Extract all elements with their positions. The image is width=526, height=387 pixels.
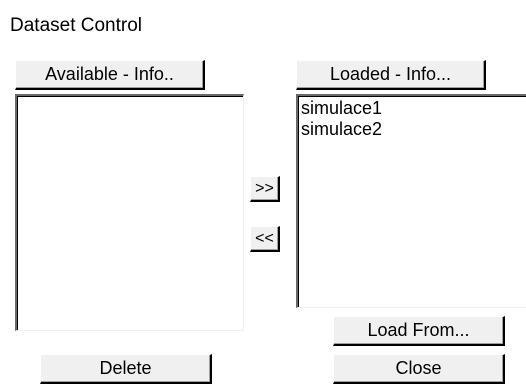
- list-item[interactable]: simulace1: [301, 98, 523, 119]
- loaded-info-button[interactable]: Loaded - Info...: [296, 60, 486, 90]
- available-info-button[interactable]: Available - Info..: [15, 60, 205, 90]
- load-from-button[interactable]: Load From...: [333, 316, 505, 346]
- move-left-button[interactable]: <<: [250, 226, 280, 252]
- move-right-button[interactable]: >>: [250, 176, 280, 202]
- available-list: [17, 96, 243, 100]
- close-button[interactable]: Close: [333, 354, 505, 384]
- list-item[interactable]: simulace2: [301, 119, 523, 140]
- loaded-list: simulace1 simulace2: [298, 96, 526, 142]
- available-listbox[interactable]: [15, 94, 244, 331]
- delete-button[interactable]: Delete: [40, 354, 212, 384]
- dialog-title: Dataset Control: [10, 15, 143, 36]
- loaded-listbox[interactable]: simulace1 simulace2: [296, 94, 526, 308]
